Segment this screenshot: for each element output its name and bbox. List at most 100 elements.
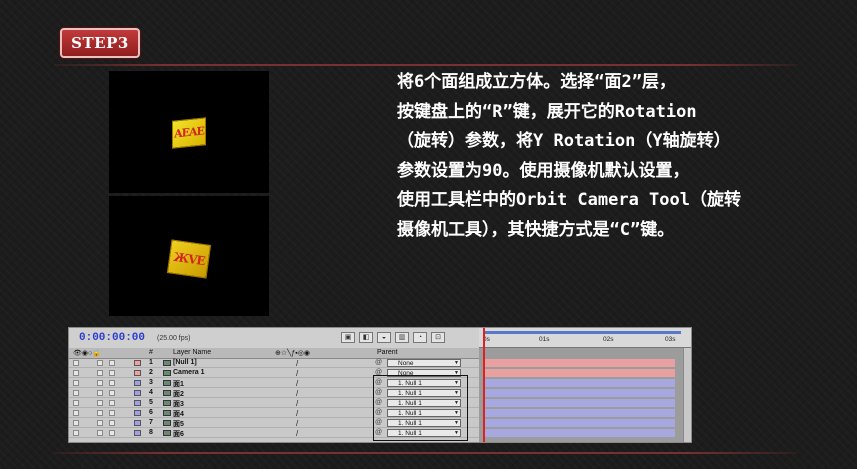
timeline-scrollbar[interactable]	[683, 348, 691, 442]
timeline-header: 0:00:00:00 (25.00 fps) ▣ ◧ ◒ ▥ ◔ ⊡	[69, 328, 479, 348]
description-line: 参数设置为90。使用摄像机默认设置，	[397, 160, 690, 181]
step-description: 将6个面组成立方体。选择“面2”层， 按键盘上的“R”键，展开它的Rotatio…	[397, 68, 857, 246]
solo-switch[interactable]	[97, 400, 103, 406]
time-ruler[interactable]: 0s 01s 02s 03s	[479, 328, 691, 348]
solo-switch[interactable]	[97, 380, 103, 386]
layer-row[interactable]: 1 [Null 1] / @ None	[69, 359, 479, 369]
layer-bar[interactable]	[483, 379, 675, 387]
layer-name[interactable]: Camera 1	[173, 369, 205, 376]
layer-type-icon	[163, 360, 171, 366]
comp-mini-flowchart-icon[interactable]: ▣	[341, 332, 355, 343]
layer-label-color[interactable]	[134, 390, 141, 396]
draft-3d-icon[interactable]: ◧	[359, 332, 373, 343]
layer-type-icon	[163, 370, 171, 376]
visibility-eye-icon[interactable]	[73, 390, 79, 396]
layer-label-color[interactable]	[134, 380, 141, 386]
frame-blending-icon[interactable]: ▥	[395, 332, 409, 343]
lock-switch[interactable]	[109, 410, 115, 416]
layer-type-icon	[163, 390, 171, 396]
layer-type-icon	[163, 400, 171, 406]
ruler-tick: 03s	[665, 336, 676, 343]
visibility-eye-icon[interactable]	[73, 430, 79, 436]
layer-label-color[interactable]	[134, 370, 141, 376]
timeline-panel: 0:00:00:00 (25.00 fps) ▣ ◧ ◒ ▥ ◔ ⊡ 👁◉○🔒 …	[68, 327, 692, 443]
quality-switch-icon[interactable]: /	[296, 389, 298, 398]
av-features-icon: 👁◉○🔒	[73, 350, 101, 357]
timecode-display[interactable]: 0:00:00:00	[79, 332, 145, 344]
parent-dropdown[interactable]: None	[387, 359, 461, 367]
layer-type-icon	[163, 420, 171, 426]
parent-highlight-box	[373, 375, 468, 441]
description-line: 将6个面组成立方体。选择“面2”层，	[397, 72, 676, 92]
layer-number: 8	[149, 429, 153, 436]
layer-bar[interactable]	[483, 389, 675, 397]
lock-switch[interactable]	[109, 370, 115, 376]
lock-switch[interactable]	[109, 420, 115, 426]
layer-label-color[interactable]	[134, 410, 141, 416]
column-parent[interactable]: Parent	[377, 349, 398, 356]
layer-label-color[interactable]	[134, 360, 141, 366]
layer-type-icon	[163, 380, 171, 386]
quality-switch-icon[interactable]: /	[296, 379, 298, 388]
lock-switch[interactable]	[109, 380, 115, 386]
quality-switch-icon[interactable]: /	[296, 359, 298, 368]
layer-number: 5	[149, 399, 153, 406]
lock-switch[interactable]	[109, 360, 115, 366]
layer-bar[interactable]	[483, 369, 675, 377]
timeline-toolbar: ▣ ◧ ◒ ▥ ◔ ⊡	[341, 332, 445, 343]
layer-label-color[interactable]	[134, 420, 141, 426]
quality-switch-icon[interactable]: /	[296, 419, 298, 428]
visibility-eye-icon[interactable]	[73, 370, 79, 376]
motion-blur-icon[interactable]: ◔	[413, 332, 427, 343]
layer-name[interactable]: 面6	[173, 429, 184, 439]
work-area-bar[interactable]	[485, 331, 681, 334]
solo-switch[interactable]	[97, 410, 103, 416]
fps-label: (25.00 fps)	[157, 335, 191, 342]
solo-switch[interactable]	[97, 360, 103, 366]
visibility-eye-icon[interactable]	[73, 380, 79, 386]
lock-switch[interactable]	[109, 400, 115, 406]
cube-text-1: AEAE	[174, 124, 204, 141]
pick-whip-icon[interactable]: @	[375, 359, 382, 366]
visibility-eye-icon[interactable]	[73, 420, 79, 426]
layer-name[interactable]: 面3	[173, 399, 184, 409]
layer-name[interactable]: 面1	[173, 379, 184, 389]
shy-layers-icon[interactable]: ◒	[377, 332, 391, 343]
solo-switch[interactable]	[97, 420, 103, 426]
quality-switch-icon[interactable]: /	[296, 399, 298, 408]
description-line: 按键盘上的“R”键，展开它的Rotation	[397, 101, 697, 122]
layer-name[interactable]: 面2	[173, 389, 184, 399]
quality-switch-icon[interactable]: /	[296, 409, 298, 418]
description-line: （旋转）参数，将Y Rotation（Y轴旋转）	[397, 131, 731, 152]
quality-switch-icon[interactable]: /	[296, 429, 298, 438]
layer-bar[interactable]	[483, 399, 675, 407]
ruler-tick: 02s	[603, 336, 614, 343]
visibility-eye-icon[interactable]	[73, 360, 79, 366]
top-divider	[54, 64, 797, 66]
layer-bar[interactable]	[483, 409, 675, 417]
visibility-eye-icon[interactable]	[73, 400, 79, 406]
layer-name[interactable]: [Null 1]	[173, 359, 197, 366]
current-time-indicator[interactable]	[483, 328, 485, 442]
column-layer-name[interactable]: Layer Name	[173, 349, 211, 356]
lock-switch[interactable]	[109, 430, 115, 436]
lock-switch[interactable]	[109, 390, 115, 396]
solo-switch[interactable]	[97, 390, 103, 396]
layer-name[interactable]: 面5	[173, 419, 184, 429]
layer-bar[interactable]	[483, 359, 675, 367]
column-num: #	[149, 349, 153, 356]
layer-bar[interactable]	[483, 419, 675, 427]
layer-bar[interactable]	[483, 429, 675, 437]
quality-switch-icon[interactable]: /	[296, 369, 298, 378]
layer-number: 1	[149, 359, 153, 366]
timeline-graph: 0s 01s 02s 03s	[479, 328, 691, 442]
graph-editor-icon[interactable]: ⊡	[431, 332, 445, 343]
solo-switch[interactable]	[97, 370, 103, 376]
layer-label-color[interactable]	[134, 400, 141, 406]
description-line: 摄像机工具），其快捷方式是“C”键。	[397, 219, 675, 240]
layer-number: 2	[149, 369, 153, 376]
visibility-eye-icon[interactable]	[73, 410, 79, 416]
layer-label-color[interactable]	[134, 430, 141, 436]
layer-name[interactable]: 面4	[173, 409, 184, 419]
solo-switch[interactable]	[97, 430, 103, 436]
